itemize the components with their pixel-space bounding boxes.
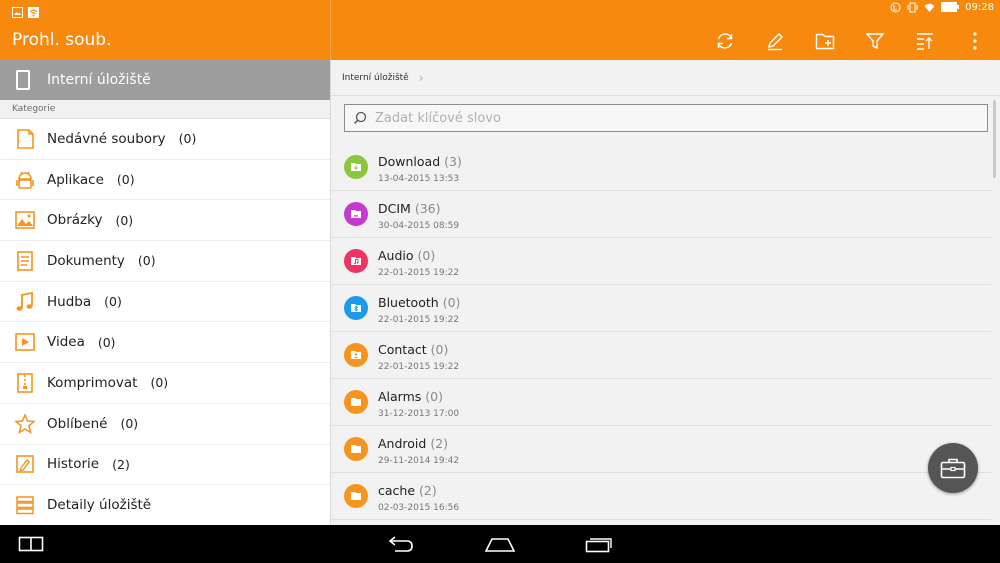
file-row-dcim[interactable]: DCIM (36) 30-04-2015 08:59: [331, 191, 991, 238]
app-title: Prohl. soub.: [12, 30, 112, 50]
history-icon: [14, 453, 36, 475]
filter-button[interactable]: [850, 26, 900, 56]
chevron-right-icon: ›: [418, 70, 424, 85]
status-bar-right: 09:28: [890, 2, 994, 13]
file-row-audio[interactable]: Audio (0) 22-01-2015 19:22: [331, 238, 991, 285]
tablet-icon: [16, 70, 30, 90]
folder-icon: [344, 437, 368, 461]
bluetooth-folder-icon: [344, 296, 368, 320]
sidebar-item-favorites[interactable]: Oblíbené (0): [0, 404, 330, 445]
filter-icon: [865, 33, 885, 50]
status-bar-left: [12, 3, 39, 18]
headset-icon: [890, 2, 901, 13]
toolbox-fab-button[interactable]: [928, 443, 978, 493]
search-icon: [353, 111, 367, 125]
wifi-icon: [924, 2, 935, 13]
sidebar-item-recent[interactable]: Nedávné soubory (0): [0, 119, 330, 160]
star-icon: [14, 412, 36, 435]
sidebar-item-apps[interactable]: Aplikace (0): [0, 160, 330, 201]
sort-button[interactable]: [900, 26, 950, 56]
recent-files-icon: [14, 128, 36, 150]
sidebar-item-internal-storage[interactable]: Interní úložiště: [0, 60, 330, 100]
file-row-android[interactable]: Android (2) 29-11-2014 19:42: [331, 426, 991, 473]
sidebar: Interní úložiště Kategorie Nedávné soubo…: [0, 60, 331, 526]
file-row-contact[interactable]: Contact (0) 22-01-2015 19:22: [331, 332, 991, 379]
clock-text: 09:28: [965, 2, 994, 13]
camera-folder-icon: [344, 202, 368, 226]
home-button[interactable]: [484, 533, 516, 555]
file-browser: Interní úložiště › Download(3) 13-04-201…: [331, 60, 1000, 525]
music-folder-icon: [344, 249, 368, 273]
contact-folder-icon: [344, 343, 368, 367]
sidebar-item-history[interactable]: Historie (2): [0, 445, 330, 486]
more-options-button[interactable]: [950, 26, 1000, 56]
file-row-bluetooth[interactable]: Bluetooth (0) 22-01-2015 19:22: [331, 285, 991, 332]
zip-icon: [14, 372, 36, 394]
back-button[interactable]: [385, 533, 415, 555]
toolbar: [700, 26, 1000, 56]
sidebar-item-storage-details[interactable]: Detaily úložiště: [0, 485, 330, 526]
sort-icon: [917, 33, 933, 50]
search-box: [344, 104, 988, 132]
breadcrumb-item-internal-storage[interactable]: Interní úložiště: [342, 73, 409, 83]
file-list: Download (3) 13-04-2015 13:53 DCIM (36) 30…: [331, 144, 991, 520]
storage-label: Interní úložiště: [47, 72, 151, 88]
sidebar-item-music[interactable]: Hudba (0): [0, 282, 330, 323]
file-row-alarms[interactable]: Alarms (0) 31-12-2013 17:00: [331, 379, 991, 426]
scrollbar[interactable]: [993, 100, 996, 178]
top-app-bar: 09:28 Prohl. soub.: [0, 0, 1000, 60]
split-screen-icon: [18, 536, 44, 552]
sidebar-item-documents[interactable]: Dokumenty (0): [0, 241, 330, 282]
sidebar-item-videos[interactable]: Videa (0): [0, 322, 330, 364]
document-icon: [14, 250, 36, 272]
folder-icon: [344, 390, 368, 414]
file-row-cache[interactable]: cache (2) 02-03-2015 16:56: [331, 473, 991, 520]
recent-apps-icon: [585, 538, 612, 553]
gallery-notification-icon: [12, 3, 23, 18]
vibrate-icon: [907, 2, 918, 13]
home-icon: [484, 538, 516, 552]
download-folder-icon: [344, 155, 368, 179]
breadcrumb: Interní úložiště ›: [331, 60, 1000, 96]
search-input[interactable]: [375, 110, 955, 126]
new-folder-icon: [815, 33, 835, 50]
android-icon: [14, 169, 36, 191]
refresh-button[interactable]: [700, 26, 750, 56]
category-header: Kategorie: [0, 100, 330, 119]
new-folder-button[interactable]: [800, 26, 850, 56]
video-icon: [14, 331, 36, 353]
file-row-download[interactable]: Download (3) 13-04-2015 13:53: [331, 144, 991, 191]
back-icon: [388, 536, 413, 552]
split-screen-button[interactable]: [18, 533, 44, 555]
refresh-icon: [717, 33, 733, 49]
image-icon: [14, 209, 36, 231]
sidebar-item-images[interactable]: Obrázky (0): [0, 200, 330, 242]
system-nav-bar: [0, 525, 1000, 563]
folder-icon: [344, 484, 368, 508]
battery-icon: [941, 2, 960, 13]
more-vert-icon: [973, 32, 977, 50]
sidebar-item-compressed[interactable]: Komprimovat (0): [0, 363, 330, 404]
wifi-notification-icon: [28, 3, 39, 18]
category-list: Nedávné soubory (0) Aplikace (0) Obrázky…: [0, 119, 330, 526]
recent-apps-button[interactable]: [585, 533, 615, 555]
briefcase-icon: [940, 458, 966, 479]
edit-button[interactable]: [750, 26, 800, 56]
storage-details-icon: [14, 494, 36, 516]
music-icon: [14, 291, 36, 313]
pencil-icon: [768, 33, 783, 51]
